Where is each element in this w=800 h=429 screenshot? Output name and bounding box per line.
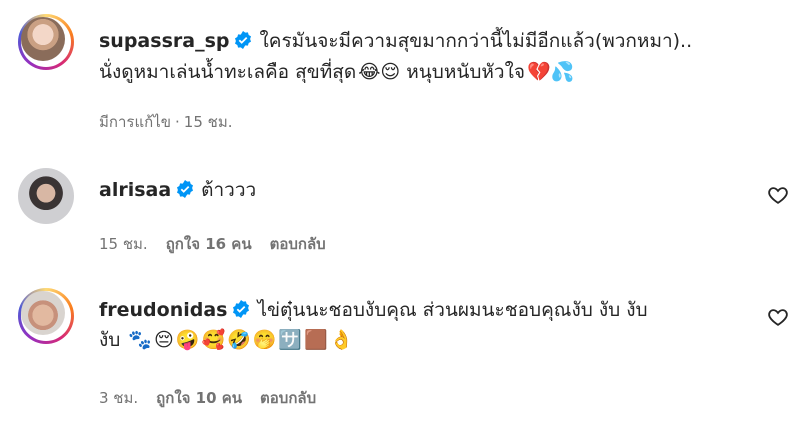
verified-badge-icon [233,300,250,318]
like-heart-icon[interactable] [767,306,789,328]
avatar-image [21,17,65,61]
caption-line-2: นั่งดูหมาเล่นน้ำทะเลคือ สุขที่สุด 😂😌 หนุบ… [99,58,574,86]
comment-text-1: ไข่ตุ๋นนะชอบงับคุณ ส่วนผมนะชอบคุณงับ งับ… [257,299,648,321]
caption-text-2: นั่งดูหมาเล่นน้ำทะเลคือ สุขที่สุด [99,61,357,83]
comment-time[interactable]: 15 ชม. [99,235,148,253]
comment-time[interactable]: 3 ชม. [99,389,138,407]
caption-emoji-tail: 💔💦 [527,61,575,83]
caption-emoji: 😂😌 [358,61,401,83]
avatar-image [18,168,74,224]
comment-emojis: 🐾😔🤪🥰🤣🤭🈂️🟫👌 [128,329,356,351]
post-caption: supassra_sp ใครมันจะมีความสุขมากกว่านี้ไม… [0,0,800,140]
comment-item: freudonidas ไข่ตุ๋นนะชอบงับคุณ ส่วนผมนะชอ… [0,284,800,424]
comment-meta: 15 ชม. ถูกใจ 16 คน ตอบกลับ [99,232,344,256]
reply-button[interactable]: ตอบกลับ [260,389,316,407]
reply-button[interactable]: ตอบกลับ [270,235,326,253]
comment-likes[interactable]: ถูกใจ 10 คน [156,389,242,407]
comment-meta: 3 ชม. ถูกใจ 10 คน ตอบกลับ [99,386,334,410]
comment-line: alrisaa ต้าววว [99,176,256,204]
caption-text-2-tail: หนุบหนับหัวใจ [400,61,525,83]
verified-badge-icon [177,180,194,198]
post-meta: มีการแก้ไข · 15 ชม. [99,113,233,131]
comment-line-1: freudonidas ไข่ตุ๋นนะชอบงับคุณ ส่วนผมนะชอ… [99,296,648,324]
caption-line-1: supassra_sp ใครมันจะมีความสุขมากกว่านี้ไม… [99,27,692,55]
comment-text: ต้าววว [201,179,257,201]
comment-line-2: งับ 🐾😔🤪🥰🤣🤭🈂️🟫👌 [99,326,355,354]
commenter-avatar[interactable] [18,288,74,344]
comment-likes[interactable]: ถูกใจ 16 คน [166,235,252,253]
post-time[interactable]: 15 ชม. [184,113,233,131]
caption-text-1: ใครมันจะมีความสุขมากกว่านี้ไม่มีอีกแล้ว(… [259,30,693,52]
like-heart-icon[interactable] [767,184,789,206]
edited-label: มีการแก้ไข [99,113,171,131]
post-username[interactable]: supassra_sp [99,30,229,52]
comment-item: alrisaa ต้าววว 15 ชม. ถูกใจ 16 คน ตอบกลับ [0,166,800,256]
comment-username[interactable]: alrisaa [99,179,171,201]
comment-username[interactable]: freudonidas [99,299,227,321]
avatar-image [21,291,65,335]
comment-text-2: งับ [99,329,121,351]
commenter-avatar[interactable] [18,168,74,224]
verified-badge-icon [235,31,252,49]
post-avatar[interactable] [18,14,74,70]
